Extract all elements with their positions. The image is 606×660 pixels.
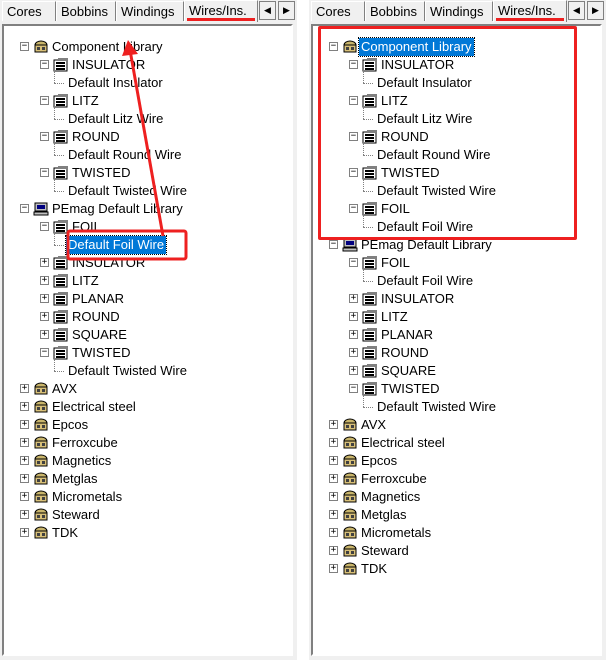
tab-bobbins[interactable]: Bobbins: [365, 1, 425, 21]
tree-node-label[interactable]: FOIL: [379, 254, 412, 272]
tree-node-label[interactable]: Micrometals: [359, 524, 433, 542]
tree-node-label[interactable]: INSULATOR: [379, 290, 456, 308]
expand-icon[interactable]: +: [329, 474, 338, 483]
folder-icon: [362, 346, 378, 360]
expand-icon[interactable]: +: [329, 564, 338, 573]
tree-node-label[interactable]: SQUARE: [379, 362, 438, 380]
tree-node-label[interactable]: TDK: [359, 560, 389, 578]
tab-label: Bobbins: [370, 4, 417, 19]
tree-node[interactable]: − FOIL: [313, 254, 600, 272]
library-icon: [342, 526, 358, 540]
tree-leaf-label[interactable]: Default Foil Wire: [375, 272, 475, 290]
tree-node[interactable]: + Ferroxcube: [313, 470, 600, 488]
collapse-icon[interactable]: −: [329, 240, 338, 249]
folder-icon: [362, 292, 378, 306]
tree-node-label[interactable]: ROUND: [379, 344, 431, 362]
expand-icon[interactable]: +: [329, 510, 338, 519]
library-icon: [342, 472, 358, 486]
library-icon: [342, 544, 358, 558]
annotation-arrow: [66, 40, 188, 261]
tab-label: Wires/Ins.: [498, 3, 556, 18]
tree-node-label[interactable]: Ferroxcube: [359, 470, 429, 488]
tree-leaf-item[interactable]: Default Twisted Wire: [313, 394, 600, 416]
tree-node-label[interactable]: Metglas: [359, 506, 409, 524]
tree-leaf-label[interactable]: Default Twisted Wire: [375, 398, 498, 416]
expand-icon[interactable]: +: [329, 456, 338, 465]
tab-wires-ins[interactable]: Wires/Ins.: [493, 0, 567, 22]
folder-icon: [362, 328, 378, 342]
expand-icon[interactable]: +: [329, 492, 338, 501]
tree-node-label[interactable]: AVX: [359, 416, 388, 434]
folder-icon: [362, 256, 378, 270]
tab-label: Windings: [430, 4, 484, 19]
tree-node[interactable]: + Magnetics: [313, 488, 600, 506]
expand-icon[interactable]: +: [329, 420, 338, 429]
left-panel: Cores Bobbins Windings Wires/Ins. ◀ ▶ − C…: [0, 0, 297, 660]
collapse-icon[interactable]: −: [349, 258, 358, 267]
tree-node[interactable]: + PLANAR: [313, 326, 600, 344]
tree-node-label[interactable]: TWISTED: [379, 380, 442, 398]
expand-icon[interactable]: +: [329, 528, 338, 537]
tree-node[interactable]: − TWISTED: [313, 380, 600, 398]
tree-connector: [363, 407, 373, 408]
tree-node-label[interactable]: Electrical steel: [359, 434, 447, 452]
library-icon: [342, 436, 358, 450]
collapse-icon[interactable]: −: [349, 384, 358, 393]
computer-icon: [342, 238, 358, 252]
library-icon: [342, 508, 358, 522]
tab-strip: Cores Bobbins Windings Wires/Ins. ◀ ▶: [309, 0, 606, 22]
tree-node-label[interactable]: Epcos: [359, 452, 399, 470]
expand-icon[interactable]: +: [329, 546, 338, 555]
folder-icon: [362, 364, 378, 378]
tree-node[interactable]: + Metglas: [313, 506, 600, 524]
tree-leaf-item[interactable]: Default Foil Wire: [313, 268, 600, 290]
folder-icon: [362, 382, 378, 396]
folder-icon: [362, 310, 378, 324]
tab-label: Cores: [316, 4, 351, 19]
expand-icon[interactable]: +: [329, 438, 338, 447]
scroll-right-icon[interactable]: ▶: [587, 1, 604, 20]
expand-icon[interactable]: +: [349, 312, 358, 321]
expand-icon[interactable]: +: [349, 348, 358, 357]
tree-node[interactable]: + SQUARE: [313, 362, 600, 380]
expand-icon[interactable]: +: [349, 330, 358, 339]
expand-icon[interactable]: +: [349, 294, 358, 303]
tree-node[interactable]: + TDK: [313, 560, 600, 578]
library-icon: [342, 454, 358, 468]
right-panel: Cores Bobbins Windings Wires/Ins. ◀ ▶ − C…: [309, 0, 606, 660]
tree-node-label[interactable]: PLANAR: [379, 326, 435, 344]
tree-node[interactable]: + ROUND: [313, 344, 600, 362]
tree-node[interactable]: + Steward: [313, 542, 600, 560]
highlight-box: [66, 229, 188, 261]
tree-node[interactable]: + AVX: [313, 416, 600, 434]
tree-node[interactable]: + INSULATOR: [313, 290, 600, 308]
highlight-box: [318, 26, 577, 240]
tree-node[interactable]: + Epcos: [313, 452, 600, 470]
highlight-underline: [496, 18, 564, 21]
expand-icon[interactable]: +: [349, 366, 358, 375]
tree-node-label[interactable]: Magnetics: [359, 488, 422, 506]
tree-node[interactable]: + Electrical steel: [313, 434, 600, 452]
tab-cores[interactable]: Cores: [311, 1, 365, 21]
tree-node-label[interactable]: LITZ: [379, 308, 410, 326]
tree-node[interactable]: + LITZ: [313, 308, 600, 326]
tree-connector: [363, 268, 364, 281]
tree-node-label[interactable]: Steward: [359, 542, 411, 560]
scroll-left-icon[interactable]: ◀: [568, 1, 585, 20]
tab-windings[interactable]: Windings: [425, 1, 493, 21]
tree-connector: [363, 281, 373, 282]
tree-node[interactable]: + Micrometals: [313, 524, 600, 542]
library-icon: [342, 490, 358, 504]
tree-connector: [363, 394, 364, 407]
library-icon: [342, 562, 358, 576]
library-icon: [342, 418, 358, 432]
